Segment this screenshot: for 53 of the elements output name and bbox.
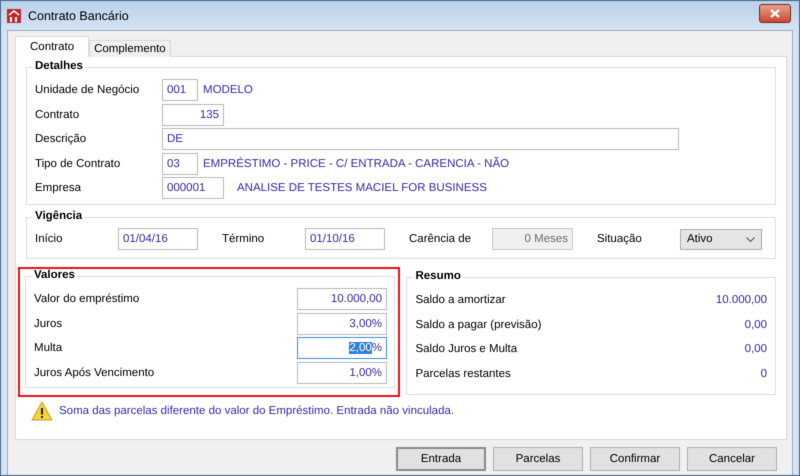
summary-value: 0 bbox=[760, 368, 767, 380]
close-icon bbox=[770, 9, 780, 18]
input-field[interactable]: 135 bbox=[162, 104, 224, 126]
field-label: Tipo de Contrato bbox=[35, 158, 122, 170]
field-label: Empresa bbox=[35, 182, 82, 194]
field-label: Término bbox=[222, 233, 266, 245]
summary-label: Parcelas restantes bbox=[415, 368, 511, 380]
tab[interactable]: Contrato bbox=[15, 36, 90, 57]
input-field[interactable]: 10.000,00 bbox=[297, 288, 387, 310]
group-title: Resumo bbox=[413, 270, 463, 282]
warning-icon bbox=[31, 401, 53, 421]
field-label: Contrato bbox=[35, 108, 80, 121]
window-title: Contrato Bancário bbox=[28, 8, 130, 22]
summary-value: 10.000,00 bbox=[716, 294, 767, 306]
dialog-button[interactable]: Confirmar bbox=[590, 447, 680, 471]
description-text: ANALISE DE TESTES MACIEL FOR BUSINESS bbox=[237, 182, 487, 194]
input-field[interactable]: 001 bbox=[162, 79, 198, 102]
field-label: Multa bbox=[34, 342, 64, 354]
field-label: Juros bbox=[34, 318, 64, 330]
status-dropdown[interactable]: Ativo bbox=[680, 228, 762, 250]
description-text: MODELO bbox=[203, 84, 253, 96]
input-field[interactable]: 01/04/16 bbox=[118, 228, 198, 250]
group-title: Detalhes bbox=[33, 60, 85, 72]
field-label: Juros Após Vencimento bbox=[34, 366, 156, 379]
tab[interactable]: Complemento bbox=[89, 40, 171, 57]
summary-value: 0,00 bbox=[744, 343, 767, 356]
group-title: Vigência bbox=[33, 210, 84, 222]
dialog-button[interactable]: Entrada bbox=[396, 447, 486, 471]
chevron-down-icon bbox=[746, 236, 755, 242]
dialog-button[interactable]: Parcelas bbox=[493, 447, 583, 471]
summary-value: 0,00 bbox=[744, 318, 767, 331]
input-field[interactable]: 03 bbox=[162, 152, 198, 175]
field-label: Unidade de Negócio bbox=[35, 84, 140, 96]
summary-label: Saldo a pagar (previsão) bbox=[415, 318, 542, 331]
close-button[interactable] bbox=[759, 4, 791, 23]
dialog-button[interactable]: Cancelar bbox=[687, 447, 777, 471]
summary-label: Saldo a amortizar bbox=[415, 294, 506, 306]
field-label: Descrição bbox=[35, 133, 88, 146]
warning-message: Soma das parcelas diferente do valor do Empréstimo. Entrada não vinculada. bbox=[59, 405, 454, 417]
input-field[interactable]: 3,00% bbox=[297, 312, 387, 335]
input-field[interactable]: DE bbox=[162, 128, 679, 150]
field-label: Início bbox=[35, 233, 64, 245]
field-label: Carência de bbox=[409, 233, 472, 245]
field-label: Situação bbox=[597, 233, 643, 245]
app-logo-icon bbox=[6, 8, 22, 24]
input-field[interactable]: 2,00% bbox=[297, 337, 387, 360]
field-label: Valor do empréstimo bbox=[34, 293, 140, 306]
input-field[interactable]: 000001 bbox=[162, 177, 224, 200]
input-field[interactable]: 01/10/16 bbox=[305, 228, 385, 250]
group-title: Valores bbox=[32, 269, 77, 281]
description-text: EMPRÉSTIMO - PRICE - C/ ENTRADA - CARENCIA - NÃO bbox=[203, 158, 510, 170]
summary-label: Saldo Juros e Multa bbox=[415, 343, 518, 356]
input-field[interactable]: 1,00% bbox=[297, 362, 387, 384]
